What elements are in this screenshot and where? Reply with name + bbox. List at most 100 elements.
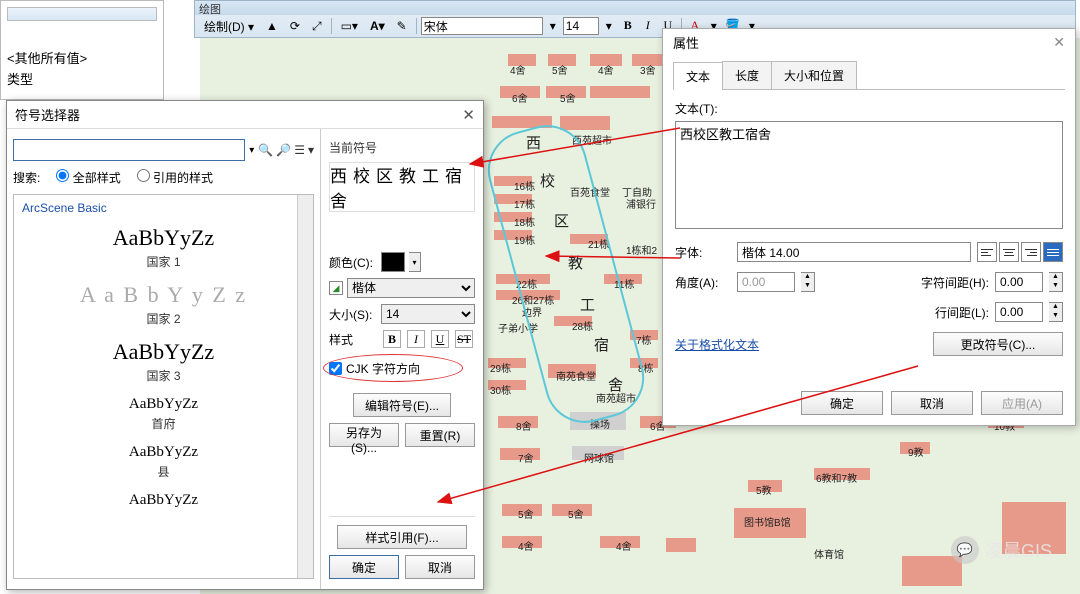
font-dropdown-icon[interactable]: ▾ [545, 17, 561, 35]
draw-menu[interactable]: 绘制(D) ▾ [199, 17, 259, 35]
cancel-button[interactable]: 取消 [891, 391, 973, 415]
symbol-list-item[interactable]: A a B b Y y Z z 国家 2 [14, 274, 313, 331]
radio-referenced-styles[interactable]: 引用的样式 [137, 169, 213, 186]
angle-label: 角度(A): [675, 274, 731, 291]
map-label: 5教 [756, 482, 772, 497]
font-family-select[interactable]: 楷体 [347, 278, 475, 298]
font-display-input[interactable] [737, 242, 971, 262]
angle-input [737, 272, 795, 292]
symbol-list-item[interactable]: AaBbYyZz 县 [14, 436, 313, 484]
close-icon[interactable]: ✕ [462, 106, 475, 124]
font-select[interactable] [421, 17, 543, 35]
cjk-direction-checkbox[interactable] [329, 362, 342, 375]
symbol-caption: 首府 [14, 415, 313, 432]
symbol-caption: 国家 1 [14, 253, 313, 270]
watermark-text: 凌晨GIS [985, 537, 1052, 563]
style-label: 样式 [329, 331, 377, 348]
radio-all-styles[interactable]: 全部样式 [56, 169, 120, 186]
charspace-spinner[interactable]: ▲▼ [1049, 272, 1063, 292]
list-view-icon[interactable]: ☰ [294, 143, 305, 157]
toc-item-type[interactable]: 类型 [7, 68, 157, 89]
size-dropdown-icon[interactable]: ▾ [601, 17, 617, 35]
underline-toggle[interactable]: U [431, 330, 449, 348]
symbol-caption: 国家 2 [14, 310, 313, 327]
edit-tool-icon[interactable]: ✎ [392, 17, 412, 35]
symbol-sample: A a B b Y y Z z [14, 282, 313, 308]
color-dropdown-icon[interactable]: ▾ [409, 252, 421, 272]
bold-button[interactable]: B [619, 17, 637, 35]
tab-text[interactable]: 文本 [673, 62, 723, 90]
map-label: 体育馆 [814, 546, 844, 561]
symbol-sample: AaBbYyZz [14, 339, 313, 365]
symbol-search-input[interactable] [13, 139, 245, 161]
close-icon[interactable]: ✕ [1053, 34, 1065, 51]
anno-char: 区 [554, 210, 569, 231]
text-tool-icon[interactable]: A▾ [365, 17, 390, 35]
italic-button[interactable]: I [639, 17, 657, 35]
size-select[interactable] [563, 17, 599, 35]
find-icon[interactable]: 🔎 [276, 143, 291, 157]
charspace-input[interactable] [995, 272, 1043, 292]
angle-spinner[interactable]: ▲▼ [801, 272, 815, 292]
linespace-spinner[interactable]: ▲▼ [1049, 302, 1063, 322]
separator [331, 18, 332, 34]
bold-toggle[interactable]: B [383, 330, 401, 348]
cancel-button[interactable]: 取消 [405, 555, 475, 579]
map-label: 8舍 [516, 418, 532, 433]
map-label: 5舍 [560, 90, 576, 105]
map-label: 3舍 [640, 62, 656, 77]
map-label: 4舍 [518, 538, 534, 553]
font-size-select[interactable]: 14 [381, 304, 475, 324]
color-swatch[interactable] [381, 252, 405, 272]
toc-panel: <其他所有值> 类型 [0, 0, 164, 100]
map-label: 浦银行 [626, 196, 656, 211]
symbol-list-item[interactable]: AaBbYyZz国家 3 [14, 331, 313, 388]
style-reference-button[interactable]: 样式引用(F)... [337, 525, 467, 549]
symbol-sample: AaBbYyZz [14, 225, 313, 251]
map-label: 7舍 [518, 450, 534, 465]
pointer-tool-icon[interactable]: ▲ [261, 17, 283, 35]
toc-item-other-values[interactable]: <其他所有值> [7, 47, 157, 68]
search-icon[interactable]: 🔍 [258, 143, 273, 157]
tab-size-position[interactable]: 大小和位置 [771, 61, 857, 89]
search-dropdown-icon[interactable]: ▾ [249, 145, 254, 156]
symbol-list-item[interactable]: AaBbYyZz首府 [14, 388, 313, 436]
ok-button[interactable]: 确定 [801, 391, 883, 415]
italic-toggle[interactable]: I [407, 330, 425, 348]
tab-length[interactable]: 长度 [722, 61, 772, 89]
align-right-button[interactable] [1021, 242, 1041, 262]
map-label: 7栋 [636, 332, 652, 347]
map-label: 4舍 [598, 62, 614, 77]
separator [416, 18, 417, 34]
scrollbar[interactable] [297, 195, 313, 578]
edit-symbol-button[interactable]: 编辑符号(E)... [353, 393, 451, 417]
linespace-input[interactable] [995, 302, 1043, 322]
symbol-sample: AaBbYyZz [14, 444, 313, 461]
symbol-group-title: ArcScene Basic [14, 199, 313, 217]
anno-char: 西 [526, 132, 541, 153]
align-justify-button[interactable] [1043, 242, 1063, 262]
menu-icon[interactable]: ▾ [308, 143, 314, 157]
symbol-caption: 县 [14, 463, 313, 480]
linespace-label: 行间距(L): [935, 304, 989, 321]
symbol-list-item[interactable]: AaBbYyZz [14, 484, 313, 515]
align-left-button[interactable] [977, 242, 997, 262]
rect-tool-icon[interactable]: ▭▾ [336, 17, 363, 35]
reset-button[interactable]: 重置(R) [405, 423, 475, 447]
ok-button[interactable]: 确定 [329, 555, 399, 579]
align-center-button[interactable] [999, 242, 1019, 262]
symbol-list[interactable]: ArcScene Basic AaBbYyZz 国家 1 A a B b Y y Z… [13, 194, 314, 579]
symbol-selector-dialog: 符号选择器 ✕ ▾ 🔍 🔎 ☰ ▾ 搜索: 全部样式 引用的样式 ArcSce [6, 100, 484, 590]
anno-char: 工 [580, 294, 595, 315]
zoom-tool-icon[interactable]: ⤢ [307, 17, 327, 35]
strike-toggle[interactable]: ST [455, 330, 473, 348]
rotate-tool-icon[interactable]: ⟳ [285, 17, 305, 35]
save-as-button[interactable]: 另存为(S)... [329, 423, 399, 447]
format-text-link[interactable]: 关于格式化文本 [675, 336, 759, 353]
symbol-list-item[interactable]: AaBbYyZz 国家 1 [14, 217, 313, 274]
map-label: 5舍 [518, 506, 534, 521]
cjk-direction-label: CJK 字符方向 [346, 360, 420, 377]
text-value-input[interactable] [675, 121, 1063, 229]
bldg [590, 86, 650, 98]
change-symbol-button[interactable]: 更改符号(C)... [933, 332, 1063, 356]
